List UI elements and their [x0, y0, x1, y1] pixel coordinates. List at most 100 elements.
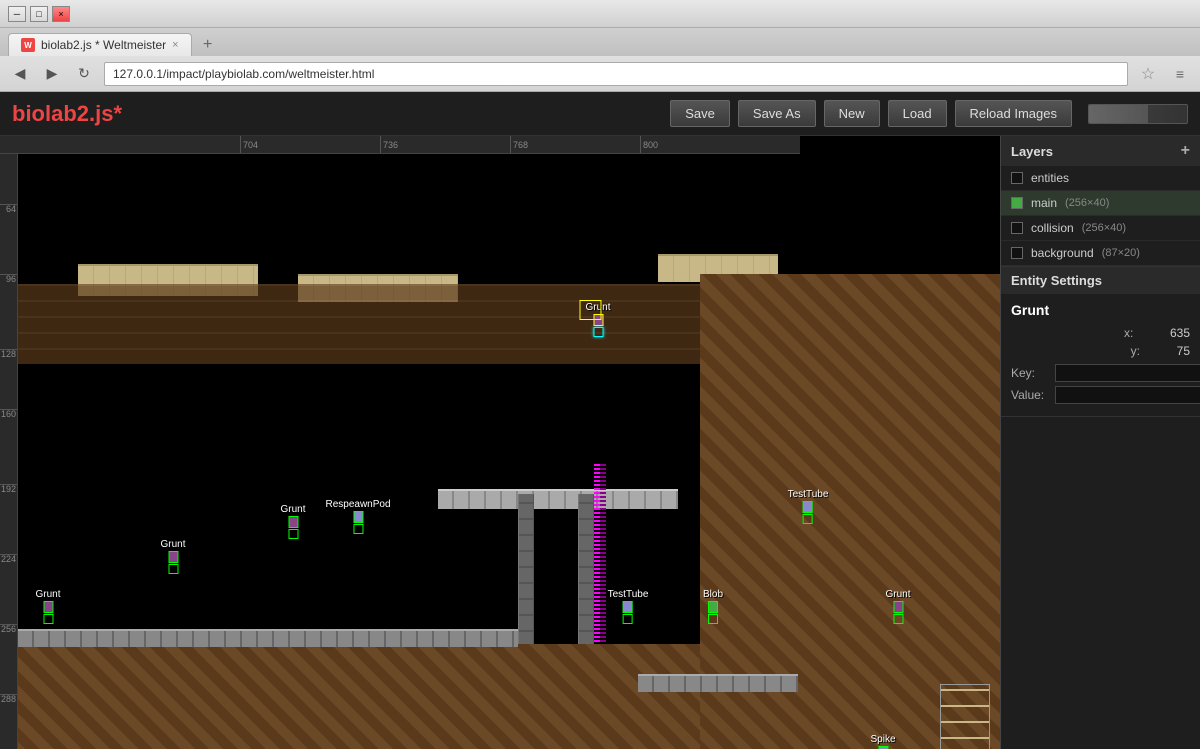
game-canvas[interactable]: 704736768800 6496128160192224256288 [0, 136, 1000, 749]
entity-sprite-1 [288, 516, 298, 528]
ruler-v-tick-192: 192 [0, 484, 18, 494]
nav-reload-button[interactable]: ↻ [72, 62, 96, 86]
prop-x-row: x: 635 [1011, 326, 1190, 340]
prop-y-label: y: [1131, 344, 1171, 358]
layer-name-entities: entities [1031, 171, 1069, 185]
ruler-v-tick-288: 288 [0, 694, 18, 704]
entity-settings-section: Entity Settings Grunt x: 635 y: 75 Key: [1001, 267, 1200, 417]
entity-settings-title: Entity Settings [1011, 273, 1102, 288]
prop-x-label: x: [1124, 326, 1164, 340]
app-title: biolab2.js* [12, 101, 122, 127]
entity-sprite-5 [623, 601, 633, 613]
add-layer-button[interactable]: + [1181, 142, 1190, 160]
save-button[interactable]: Save [670, 100, 730, 127]
sidebar: Layers + entities main (256×40) collisio… [1000, 136, 1200, 749]
browser-tab-bar: W biolab2.js * Weltmeister × + [0, 28, 1200, 56]
ruler-h-tick-736: 736 [380, 136, 398, 154]
layer-size-collision: (256×40) [1082, 222, 1126, 234]
entity-name-label-2: RespeawnPod [325, 499, 390, 510]
prop-value-row: Value: [1011, 386, 1190, 404]
nav-forward-button[interactable]: ▶ [40, 62, 64, 86]
layer-collision[interactable]: collision (256×40) [1001, 216, 1200, 241]
zoom-handle[interactable] [1088, 104, 1188, 124]
prop-key-input[interactable] [1055, 364, 1200, 382]
win-maximize-btn[interactable]: □ [30, 6, 48, 22]
app-toolbar: biolab2.js* Save Save As New Load Reload… [0, 92, 1200, 136]
ground-lower [18, 644, 700, 749]
prop-y-value: 75 [1177, 344, 1190, 358]
reload-images-button[interactable]: Reload Images [955, 100, 1072, 127]
app-title-asterisk: * [113, 101, 122, 126]
layer-entities[interactable]: entities [1001, 166, 1200, 191]
entity-sprite-2 [353, 511, 363, 523]
layer-name-collision: collision [1031, 221, 1074, 235]
browser-titlebar: ─ □ × [0, 0, 1200, 28]
ruler-v-tick-256: 256 [0, 624, 18, 634]
entity-name-label-5: TestTube [608, 589, 649, 600]
win-minimize-btn[interactable]: ─ [8, 6, 26, 22]
menu-button[interactable]: ≡ [1168, 62, 1192, 86]
layer-size-background: (87×20) [1102, 247, 1140, 259]
entity-sprite-3 [168, 551, 178, 563]
prop-value-label: Value: [1011, 388, 1051, 402]
layer-background[interactable]: background (87×20) [1001, 241, 1200, 266]
layer-size-main: (256×40) [1065, 197, 1109, 209]
new-button[interactable]: New [824, 100, 880, 127]
lower-plat-1 [18, 629, 518, 647]
address-bar[interactable]: 127.0.0.1/impact/playbiolab.com/weltmeis… [104, 62, 1128, 86]
background-sky [18, 154, 1000, 274]
layer-checkbox-main[interactable] [1011, 197, 1023, 209]
entity-label-2[interactable]: RespeawnPod [325, 499, 390, 534]
prop-x-value: 635 [1170, 326, 1190, 340]
window-controls: ─ □ × [8, 6, 70, 22]
nav-back-button[interactable]: ◀ [8, 62, 32, 86]
ruler-v-tick-224: 224 [0, 554, 18, 564]
entity-settings-header: Entity Settings [1001, 267, 1200, 294]
load-button[interactable]: Load [888, 100, 947, 127]
browser-tab[interactable]: W biolab2.js * Weltmeister × [8, 33, 192, 56]
ruler-v-tick-64: 64 [0, 204, 18, 214]
ruler-v-tick-96: 96 [0, 274, 18, 284]
layer-checkbox-entities[interactable] [1011, 172, 1023, 184]
layers-section: Layers + entities main (256×40) collisio… [1001, 136, 1200, 267]
ruler-vertical: 64 96 128 160 192 224 256 288 [0, 154, 18, 749]
ruler-horizontal: 704736768800 [0, 136, 800, 154]
win-close-btn[interactable]: × [52, 6, 70, 22]
prop-value-input[interactable] [1055, 386, 1200, 404]
ruler-h-tick-768: 768 [510, 136, 528, 154]
app-title-text: biolab2.js [12, 101, 113, 126]
ladder-right [940, 684, 990, 749]
entity-label-1[interactable]: Grunt [280, 504, 305, 539]
ruler-h-tick-704: 704 [240, 136, 258, 154]
entity-sprite-4 [43, 601, 53, 613]
app-container: biolab2.js* Save Save As New Load Reload… [0, 92, 1200, 749]
game-map[interactable]: GruntGruntRespeawnPodGruntGruntTestTubeB… [18, 154, 1000, 749]
ruler-v-tick-160: 160 [0, 409, 18, 419]
tab-close-btn[interactable]: × [172, 39, 178, 51]
ruler-v-tick-128: 128 [0, 349, 18, 359]
layer-name-background: background [1031, 246, 1094, 260]
layer-checkbox-collision[interactable] [1011, 222, 1023, 234]
entity-name-label-3: Grunt [160, 539, 185, 550]
lower-plat-2 [638, 674, 798, 692]
tab-favicon: W [21, 38, 35, 52]
layers-header: Layers + [1001, 136, 1200, 166]
entity-label-3[interactable]: Grunt [160, 539, 185, 574]
prop-y-row: y: 75 [1011, 344, 1190, 358]
bookmark-star[interactable]: ☆ [1136, 62, 1160, 86]
browser-addressbar: ◀ ▶ ↻ 127.0.0.1/impact/playbiolab.com/we… [0, 56, 1200, 92]
save-as-button[interactable]: Save As [738, 100, 816, 127]
layers-title: Layers [1011, 144, 1053, 159]
prop-key-label: Key: [1011, 366, 1051, 380]
layer-checkbox-background[interactable] [1011, 247, 1023, 259]
entity-label-5[interactable]: TestTube [608, 589, 649, 624]
entity-name: Grunt [1011, 302, 1190, 318]
entity-name-label-4: Grunt [35, 589, 60, 600]
entity-name-label-1: Grunt [280, 504, 305, 515]
layer-main[interactable]: main (256×40) [1001, 191, 1200, 216]
new-tab-button[interactable]: + [196, 34, 220, 56]
floor-main [438, 489, 678, 509]
layer-name-main: main [1031, 196, 1057, 210]
prop-key-row: Key: [1011, 364, 1190, 382]
entity-label-4[interactable]: Grunt [35, 589, 60, 624]
